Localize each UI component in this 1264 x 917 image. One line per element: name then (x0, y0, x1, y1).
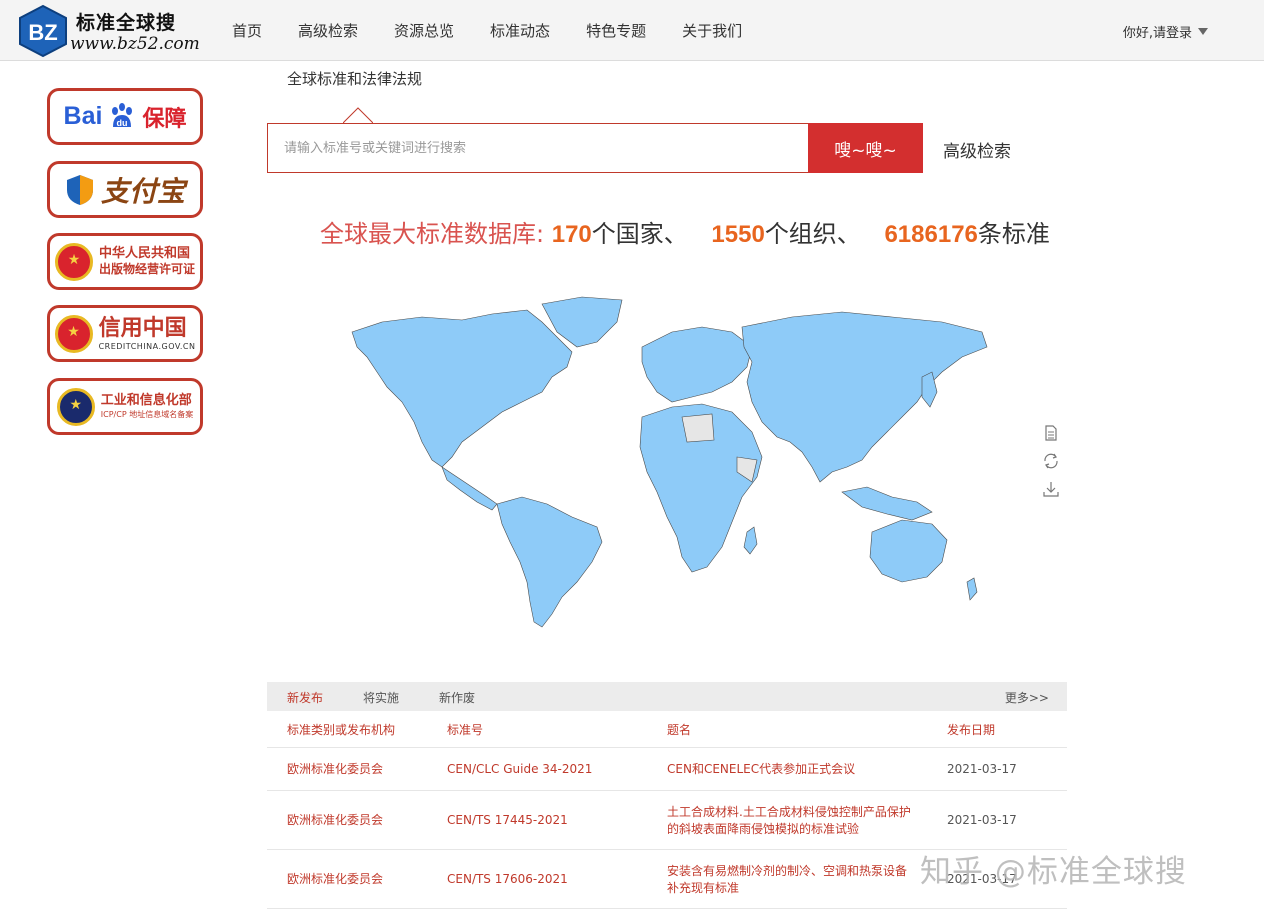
national-emblem-icon (54, 314, 93, 353)
publishing-license-badge[interactable]: 中华人民共和国 出版物经营许可证 (47, 233, 203, 290)
credit-china-title: 信用中国 (98, 315, 187, 341)
org-unit: 个组织、 (764, 220, 861, 248)
logo-url: www.bz52.com (70, 34, 200, 54)
row-date: 2021-03-17 (947, 762, 1017, 776)
publishing-line1: 中华人民共和国 (98, 245, 190, 261)
row-title[interactable]: 安装含有易燃制冷剂的制冷、空调和热泵设备补充现有标准 (667, 863, 917, 897)
search-box (267, 123, 809, 173)
world-map[interactable] (342, 292, 992, 632)
map-australia (869, 519, 948, 583)
column-header-org: 标准类别或发布机构 (287, 723, 396, 737)
data-view-icon[interactable] (1042, 424, 1060, 442)
nav-advanced-search[interactable]: 高级检索 (298, 20, 358, 41)
national-emblem-icon (54, 242, 93, 281)
miit-subtitle: ICP/CP 地址信息域名备案 (100, 409, 194, 419)
baidu-guarantee-badge[interactable]: Bai du 保障 (47, 88, 203, 145)
map-nodata-north-africa (681, 413, 715, 443)
publishing-line2: 出版物经营许可证 (98, 262, 195, 277)
logo-title: 标准全球搜 (76, 12, 177, 34)
row-date: 2021-03-17 (947, 813, 1017, 827)
main-nav: 首页 高级检索 资源总览 标准动态 特色专题 关于我们 (232, 0, 778, 61)
standard-unit: 条标准 (977, 220, 1050, 248)
logo-mark: BZ (28, 20, 57, 45)
baidu-logo-text: Bai (63, 102, 103, 130)
map-toolbox (1042, 424, 1062, 498)
map-north-america (351, 309, 573, 468)
search-input[interactable] (268, 124, 809, 172)
table-row[interactable]: 欧洲标准化委员会 CEN/CLC Guide 34-2021 CEN和CENEL… (267, 748, 1067, 791)
tab-new-release[interactable]: 新发布 (287, 689, 323, 706)
zhihu-watermark: 知乎 @标准全球搜 (920, 854, 1187, 890)
country-unit: 个国家、 (591, 220, 688, 248)
nav-resources[interactable]: 资源总览 (394, 20, 454, 41)
table-header-row: 标准类别或发布机构 标准号 题名 发布日期 (267, 711, 1067, 748)
map-southeast-asia (841, 486, 933, 521)
site-logo[interactable]: BZ 标准全球搜 www.bz52.com (14, 2, 200, 58)
standards-tabs-bar: 新发布 将实施 新作废 更多>> (267, 682, 1067, 711)
row-org[interactable]: 欧洲标准化委员会 (287, 871, 383, 888)
search-button[interactable]: 嗖~嗖~ (808, 123, 923, 173)
org-count: 1550 (711, 221, 765, 248)
map-madagascar (743, 526, 758, 555)
credit-china-badge[interactable]: 信用中国 CREDITCHINA.GOV.CN (47, 305, 203, 362)
map-south-america (496, 496, 603, 628)
more-link[interactable]: 更多>> (1005, 689, 1049, 706)
baidu-paw-icon: du (112, 102, 133, 128)
download-icon[interactable] (1042, 480, 1060, 498)
tab-pointer-icon (343, 107, 373, 124)
nav-home[interactable]: 首页 (232, 20, 262, 41)
top-navigation-bar: BZ 标准全球搜 www.bz52.com 首页 高级检索 资源总览 标准动态 … (0, 0, 1264, 61)
police-emblem-icon (56, 387, 95, 426)
row-title[interactable]: 土工合成材料.土工合成材料侵蚀控制产品保护的斜坡表面降雨侵蚀模拟的标准试验 (667, 804, 917, 838)
tab-withdrawn[interactable]: 新作废 (439, 689, 475, 706)
credit-china-url: CREDITCHINA.GOV.CN (98, 342, 196, 352)
baidu-du-text: du (117, 118, 128, 128)
alipay-badge[interactable]: 支付宝 (47, 161, 203, 218)
column-header-title: 题名 (667, 723, 692, 737)
login-menu[interactable]: 你好,请登录 (1123, 22, 1208, 41)
standard-count: 6186176 (884, 221, 978, 248)
refresh-icon[interactable] (1042, 452, 1060, 470)
row-code[interactable]: CEN/TS 17606-2021 (447, 871, 568, 888)
map-new-zealand (966, 577, 978, 601)
headline-prefix: 全球最大标准数据库: (320, 220, 545, 248)
map-asia (741, 311, 988, 483)
search-tab-global-standards[interactable]: 全球标准和法律法规 (287, 68, 422, 89)
nav-news[interactable]: 标准动态 (490, 20, 550, 41)
column-header-code: 标准号 (447, 723, 484, 737)
map-europe (641, 326, 753, 403)
advanced-search-link[interactable]: 高级检索 (943, 137, 1011, 162)
miit-title: 工业和信息化部 (100, 393, 192, 409)
miit-badge[interactable]: 工业和信息化部 ICP/CP 地址信息域名备案 (47, 378, 203, 435)
baidu-guarantee-label: 保障 (142, 106, 187, 132)
nav-about[interactable]: 关于我们 (682, 20, 742, 41)
row-code[interactable]: CEN/CLC Guide 34-2021 (447, 761, 592, 778)
logo-hexagon-icon: BZ (19, 4, 67, 58)
column-header-date: 发布日期 (947, 723, 996, 737)
row-org[interactable]: 欧洲标准化委员会 (287, 761, 383, 778)
login-label: 你好,请登录 (1122, 26, 1192, 41)
alipay-label: 支付宝 (100, 174, 185, 208)
database-stats-headline: 全球最大标准数据库: 170个国家、 1550个组织、 6186176条标准 (320, 214, 1050, 249)
nav-topics[interactable]: 特色专题 (586, 20, 646, 41)
row-org[interactable]: 欧洲标准化委员会 (287, 812, 383, 829)
shield-icon (66, 174, 93, 205)
table-row[interactable]: 欧洲标准化委员会 CEN/TS 17445-2021 土工合成材料.土工合成材料… (267, 791, 1067, 850)
row-title[interactable]: CEN和CENELEC代表参加正式会议 (667, 761, 917, 778)
country-count: 170 (551, 221, 592, 248)
map-central-america (441, 466, 498, 511)
tab-upcoming[interactable]: 将实施 (363, 689, 399, 706)
row-code[interactable]: CEN/TS 17445-2021 (447, 812, 568, 829)
caret-down-icon (1198, 28, 1208, 35)
